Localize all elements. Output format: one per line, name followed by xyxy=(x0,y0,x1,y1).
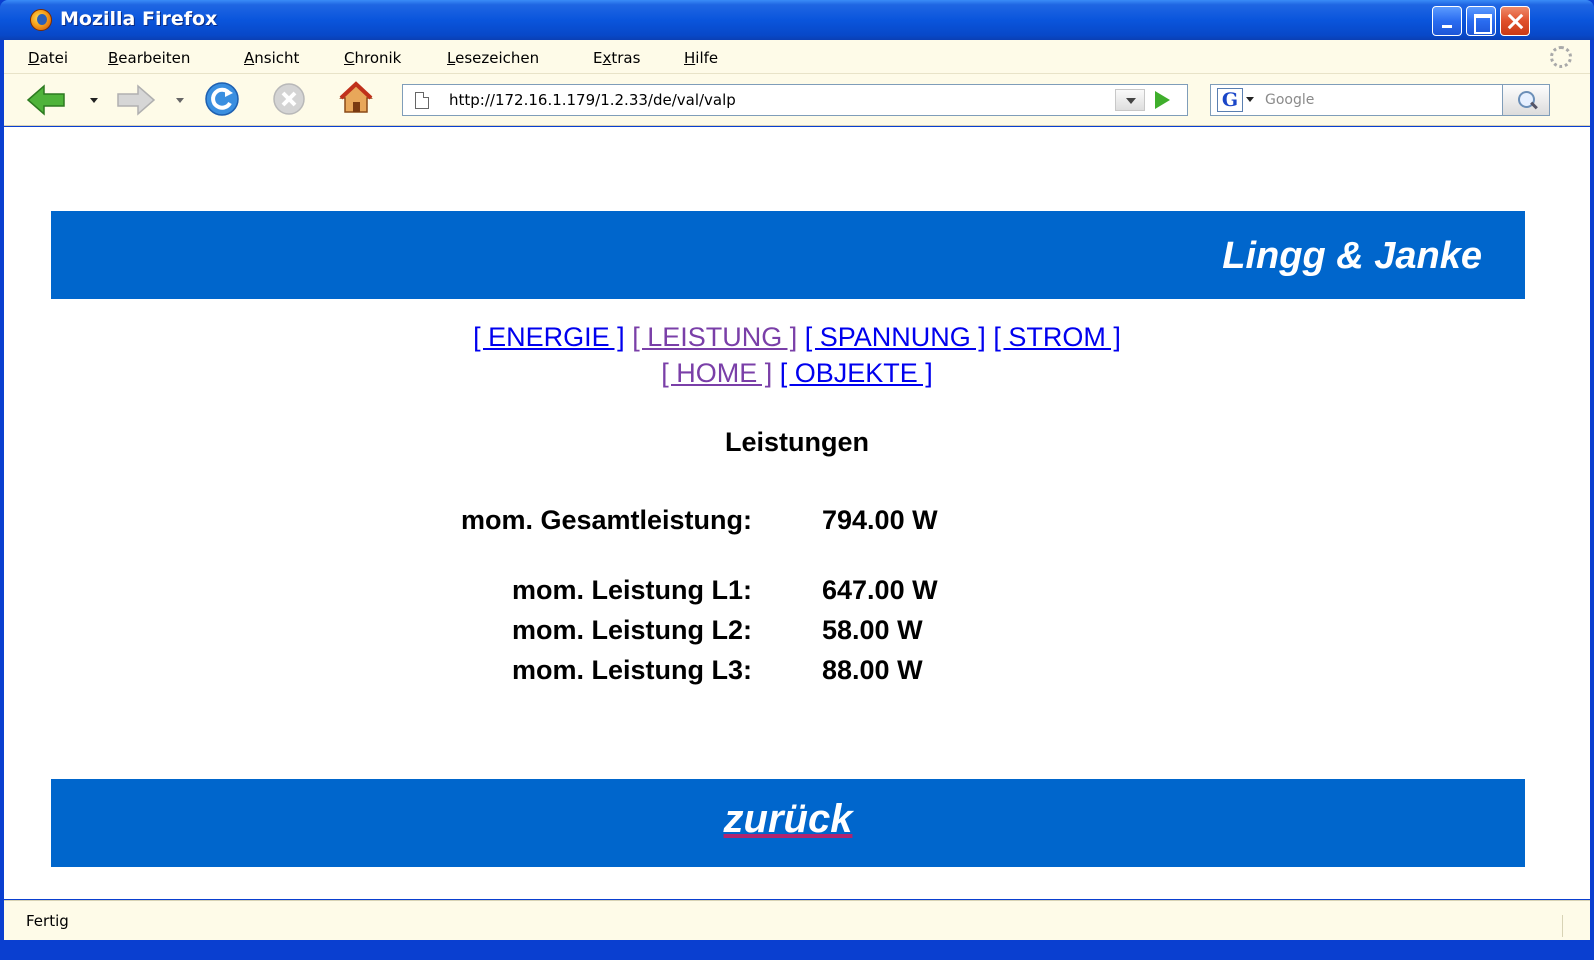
phase-l2-label: mom. Leistung L2: xyxy=(511,615,752,645)
nav-link-objekte[interactable]: [ OBJEKTE ] xyxy=(780,358,933,388)
throbber-icon xyxy=(1550,46,1572,68)
footer-banner: zurück xyxy=(51,779,1525,867)
menu-chronik[interactable]: Chronik xyxy=(344,49,401,67)
forward-dropdown-icon[interactable] xyxy=(176,98,184,103)
nav-row-2: [ HOME ] [ OBJEKTE ] xyxy=(4,356,1590,390)
menu-lesezeichen[interactable]: Lesezeichen xyxy=(447,49,539,67)
maximize-button[interactable] xyxy=(1466,6,1496,36)
status-text: Fertig xyxy=(26,912,69,930)
menu-extras[interactable]: Extras xyxy=(593,49,640,67)
menu-hilfe[interactable]: Hilfe xyxy=(684,49,718,67)
header-banner: Lingg & Janke xyxy=(51,211,1525,299)
back-dropdown-icon[interactable] xyxy=(90,98,98,103)
back-link[interactable]: zurück xyxy=(51,797,1525,842)
menu-datei[interactable]: Datei xyxy=(28,49,68,67)
title-bar[interactable]: Mozilla Firefox xyxy=(0,0,1594,40)
menu-bearbeiten[interactable]: Bearbeiten xyxy=(108,49,190,67)
back-link-label[interactable]: zurück xyxy=(724,797,853,841)
stop-icon[interactable] xyxy=(272,82,306,116)
phase-l2-value: 58.00 W xyxy=(822,615,923,645)
window-frame-bottom xyxy=(0,940,1594,960)
reload-icon[interactable] xyxy=(204,81,240,117)
nav-link-energie[interactable]: [ ENERGIE ] xyxy=(473,322,625,352)
back-arrow-icon[interactable] xyxy=(26,84,66,116)
phase-l3-label: mom. Leistung L3: xyxy=(511,655,752,685)
search-engine-icon[interactable]: G xyxy=(1217,88,1243,112)
phase-l1-value: 647.00 W xyxy=(822,575,938,605)
status-bar: Fertig xyxy=(4,900,1590,940)
url-text[interactable]: http://172.16.1.179/1.2.33/de/val/valp xyxy=(449,91,736,109)
nav-link-spannung[interactable]: [ SPANNUNG ] xyxy=(805,322,986,352)
section-title: Leistungen xyxy=(724,427,869,457)
home-icon[interactable] xyxy=(338,80,374,116)
browser-window: Mozilla Firefox Datei Bearbeiten Ansicht… xyxy=(0,0,1594,960)
forward-arrow-icon[interactable] xyxy=(116,84,156,116)
url-history-dropdown[interactable] xyxy=(1115,89,1145,111)
nav-link-home[interactable]: [ HOME ] xyxy=(661,358,772,388)
total-power-label: mom. Gesamtleistung: xyxy=(460,505,752,535)
brand-title: Lingg & Janke xyxy=(1222,235,1482,277)
resize-grip-icon[interactable] xyxy=(1562,915,1584,937)
menu-ansicht[interactable]: Ansicht xyxy=(244,49,299,67)
minimize-button[interactable] xyxy=(1432,6,1462,36)
phase-l3-value: 88.00 W xyxy=(822,655,923,685)
page-content: Lingg & Janke [ ENERGIE ] [ LEISTUNG ] [… xyxy=(4,127,1590,899)
page-icon xyxy=(415,92,429,109)
search-magnifier-icon[interactable] xyxy=(1502,84,1550,116)
navigation-toolbar: http://172.16.1.179/1.2.33/de/val/valp G… xyxy=(4,74,1590,126)
close-button[interactable] xyxy=(1500,6,1530,36)
menu-bar: Datei Bearbeiten Ansicht Chronik Lesezei… xyxy=(4,40,1590,74)
go-arrow-icon[interactable] xyxy=(1155,91,1170,109)
total-power-value: 794.00 W xyxy=(822,505,938,535)
search-input[interactable]: Google xyxy=(1265,92,1314,108)
search-engine-dropdown-icon[interactable] xyxy=(1246,97,1254,102)
search-box[interactable]: G Google xyxy=(1210,84,1550,116)
nav-row-1: [ ENERGIE ] [ LEISTUNG ] [ SPANNUNG ] [ … xyxy=(4,320,1590,354)
nav-link-leistung[interactable]: [ LEISTUNG ] xyxy=(632,322,797,352)
nav-link-strom[interactable]: [ STROM ] xyxy=(993,322,1121,352)
url-bar[interactable]: http://172.16.1.179/1.2.33/de/val/valp xyxy=(402,84,1188,116)
window-title: Mozilla Firefox xyxy=(60,8,218,30)
phase-l1-label: mom. Leistung L1: xyxy=(511,575,752,605)
firefox-icon xyxy=(30,9,52,31)
